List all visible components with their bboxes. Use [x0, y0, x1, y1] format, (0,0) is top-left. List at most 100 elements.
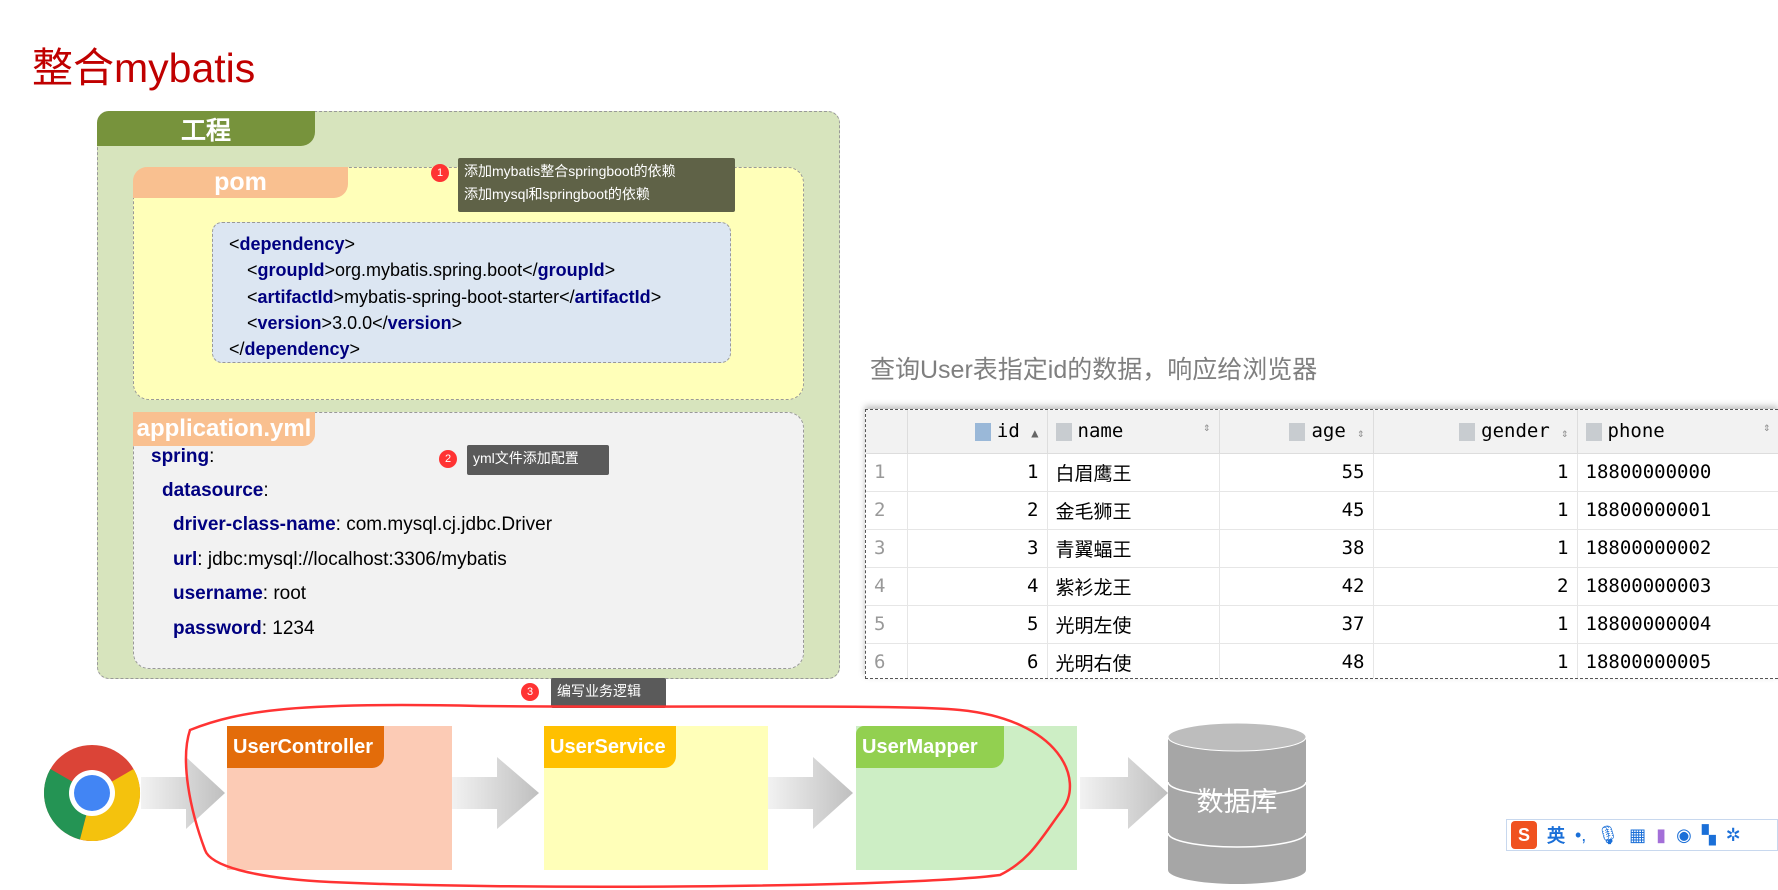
keyboard-icon[interactable]: ▦: [1629, 825, 1646, 846]
sort-icon[interactable]: ⇕: [1763, 420, 1770, 434]
row-number-header: [866, 410, 908, 454]
column-icon: [1055, 422, 1072, 441]
ime-language-toggle[interactable]: 英: [1547, 822, 1565, 848]
cell-age[interactable]: 38: [1219, 529, 1374, 568]
cell-phone[interactable]: 18800000000: [1577, 453, 1778, 492]
user-service-label: UserService: [544, 726, 676, 768]
row-number[interactable]: 4: [866, 567, 908, 606]
cell-age[interactable]: 48: [1219, 643, 1374, 678]
cell-age[interactable]: 55: [1219, 453, 1374, 492]
user-mapper-label: UserMapper: [856, 726, 1004, 768]
column-icon: [1459, 422, 1476, 441]
yml-line: driver-class-name: com.mysql.cj.jdbc.Dri…: [173, 514, 553, 535]
sort-asc-icon[interactable]: ▲: [1031, 426, 1038, 440]
code-value: 3.0.0: [332, 312, 373, 333]
chrome-icon: [43, 745, 141, 842]
row-number[interactable]: 6: [866, 643, 908, 678]
step-badge-1: 1: [431, 164, 449, 182]
table-row[interactable]: 6 6 光明右使 48 1 18800000005: [866, 643, 1778, 678]
cell-name[interactable]: 白眉鹰王: [1047, 453, 1220, 492]
cell-id[interactable]: 6: [907, 643, 1048, 678]
cell-age[interactable]: 42: [1219, 567, 1374, 606]
column-icon: [1585, 422, 1602, 441]
microphone-icon[interactable]: 🎙: [1596, 825, 1619, 846]
cell-id[interactable]: 3: [907, 529, 1048, 568]
cell-phone[interactable]: 18800000005: [1577, 643, 1778, 678]
code-tag: artifactId: [574, 286, 651, 307]
table-row[interactable]: 4 4 紫衫龙王 42 2 18800000003: [866, 567, 1778, 606]
column-icon: [1289, 422, 1306, 441]
grid-icon[interactable]: ▚: [1702, 825, 1716, 846]
column-header-phone[interactable]: phone ⇕: [1577, 410, 1778, 454]
cell-id[interactable]: 1: [907, 453, 1048, 492]
row-number[interactable]: 2: [866, 491, 908, 530]
tooltip-line: 添加mybatis整合springboot的依赖: [464, 163, 676, 179]
step-badge-2: 2: [439, 450, 457, 468]
cell-gender[interactable]: 1: [1373, 529, 1578, 568]
column-header-id[interactable]: id ▲: [907, 410, 1048, 454]
user-controller-label: UserController: [227, 726, 384, 768]
cell-gender[interactable]: 1: [1373, 453, 1578, 492]
code-tag: dependency: [244, 339, 350, 360]
yml-line: password: 1234: [173, 618, 315, 639]
cell-id[interactable]: 5: [907, 605, 1048, 644]
cell-name[interactable]: 光明右使: [1047, 643, 1220, 678]
cell-id[interactable]: 4: [907, 567, 1048, 606]
settings-icon[interactable]: ✲: [1726, 825, 1741, 846]
column-header-name[interactable]: name ⇕: [1047, 410, 1220, 454]
cell-gender[interactable]: 1: [1373, 643, 1578, 678]
table-row[interactable]: 3 3 青翼蝠王 38 1 18800000002: [866, 529, 1778, 568]
tooltip-step-1: 添加mybatis整合springboot的依赖 添加mysql和springb…: [458, 158, 735, 212]
cell-gender[interactable]: 2: [1373, 567, 1578, 606]
cell-age[interactable]: 37: [1219, 605, 1374, 644]
tooltip-line: 添加mysql和springboot的依赖: [464, 186, 650, 202]
code-value: org.mybatis.spring.boot: [335, 260, 523, 281]
sort-icon[interactable]: ⇕: [1203, 420, 1210, 434]
row-number[interactable]: 3: [866, 529, 908, 568]
cell-name[interactable]: 光明左使: [1047, 605, 1220, 644]
sort-icon[interactable]: ⇕: [1561, 426, 1568, 440]
skin-icon[interactable]: ▮: [1656, 825, 1666, 846]
cell-phone[interactable]: 18800000002: [1577, 529, 1778, 568]
cell-gender[interactable]: 1: [1373, 605, 1578, 644]
arrow-icon: [768, 757, 853, 829]
code-tag: dependency: [239, 234, 345, 254]
yml-line: spring:: [151, 446, 215, 467]
pom-code-block: <dependency> <groupId>org.mybatis.spring…: [212, 222, 731, 363]
code-tag: artifactId: [257, 286, 334, 307]
gamepad-icon[interactable]: ◉: [1676, 825, 1692, 846]
cell-name[interactable]: 金毛狮王: [1047, 491, 1220, 530]
primary-key-icon: [974, 422, 991, 441]
cell-phone[interactable]: 18800000001: [1577, 491, 1778, 530]
yml-label: application.yml: [133, 412, 315, 446]
pom-label: pom: [133, 167, 348, 198]
arrow-icon: [1080, 757, 1168, 829]
sort-icon[interactable]: ⇕: [1357, 426, 1364, 440]
cell-gender[interactable]: 1: [1373, 491, 1578, 530]
column-header-gender[interactable]: gender ⇕: [1373, 410, 1578, 454]
arrow-icon: [141, 757, 225, 829]
table-row[interactable]: 2 2 金毛狮王 45 1 18800000001: [866, 491, 1778, 530]
code-tag: version: [387, 312, 452, 333]
cell-age[interactable]: 45: [1219, 491, 1374, 530]
cell-name[interactable]: 紫衫龙王: [1047, 567, 1220, 606]
step-badge-3: 3: [521, 683, 539, 701]
cell-name[interactable]: 青翼蝠王: [1047, 529, 1220, 568]
arrow-icon: [452, 757, 539, 829]
project-label: 工程: [97, 111, 315, 146]
column-header-age[interactable]: age ⇕: [1219, 410, 1374, 454]
slide-title: 整合mybatis: [32, 45, 256, 91]
cell-phone[interactable]: 18800000003: [1577, 567, 1778, 606]
row-number[interactable]: 5: [866, 605, 908, 644]
ime-punctuation-toggle[interactable]: •,: [1575, 825, 1586, 846]
code-tag: groupId: [257, 260, 325, 281]
table-row[interactable]: 5 5 光明左使 37 1 18800000004: [866, 605, 1778, 644]
table-row[interactable]: 1 1 白眉鹰王 55 1 18800000000: [866, 453, 1778, 492]
ime-toolbar[interactable]: S 英 •, 🎙 ▦ ▮ ◉ ▚ ✲: [1506, 819, 1778, 851]
query-heading: 查询User表指定id的数据，响应给浏览器: [870, 356, 1318, 384]
database-label: 数据库: [1196, 787, 1278, 817]
cell-phone[interactable]: 18800000004: [1577, 605, 1778, 644]
yml-line: url: jdbc:mysql://localhost:3306/mybatis: [173, 549, 507, 570]
cell-id[interactable]: 2: [907, 491, 1048, 530]
row-number[interactable]: 1: [866, 453, 908, 492]
